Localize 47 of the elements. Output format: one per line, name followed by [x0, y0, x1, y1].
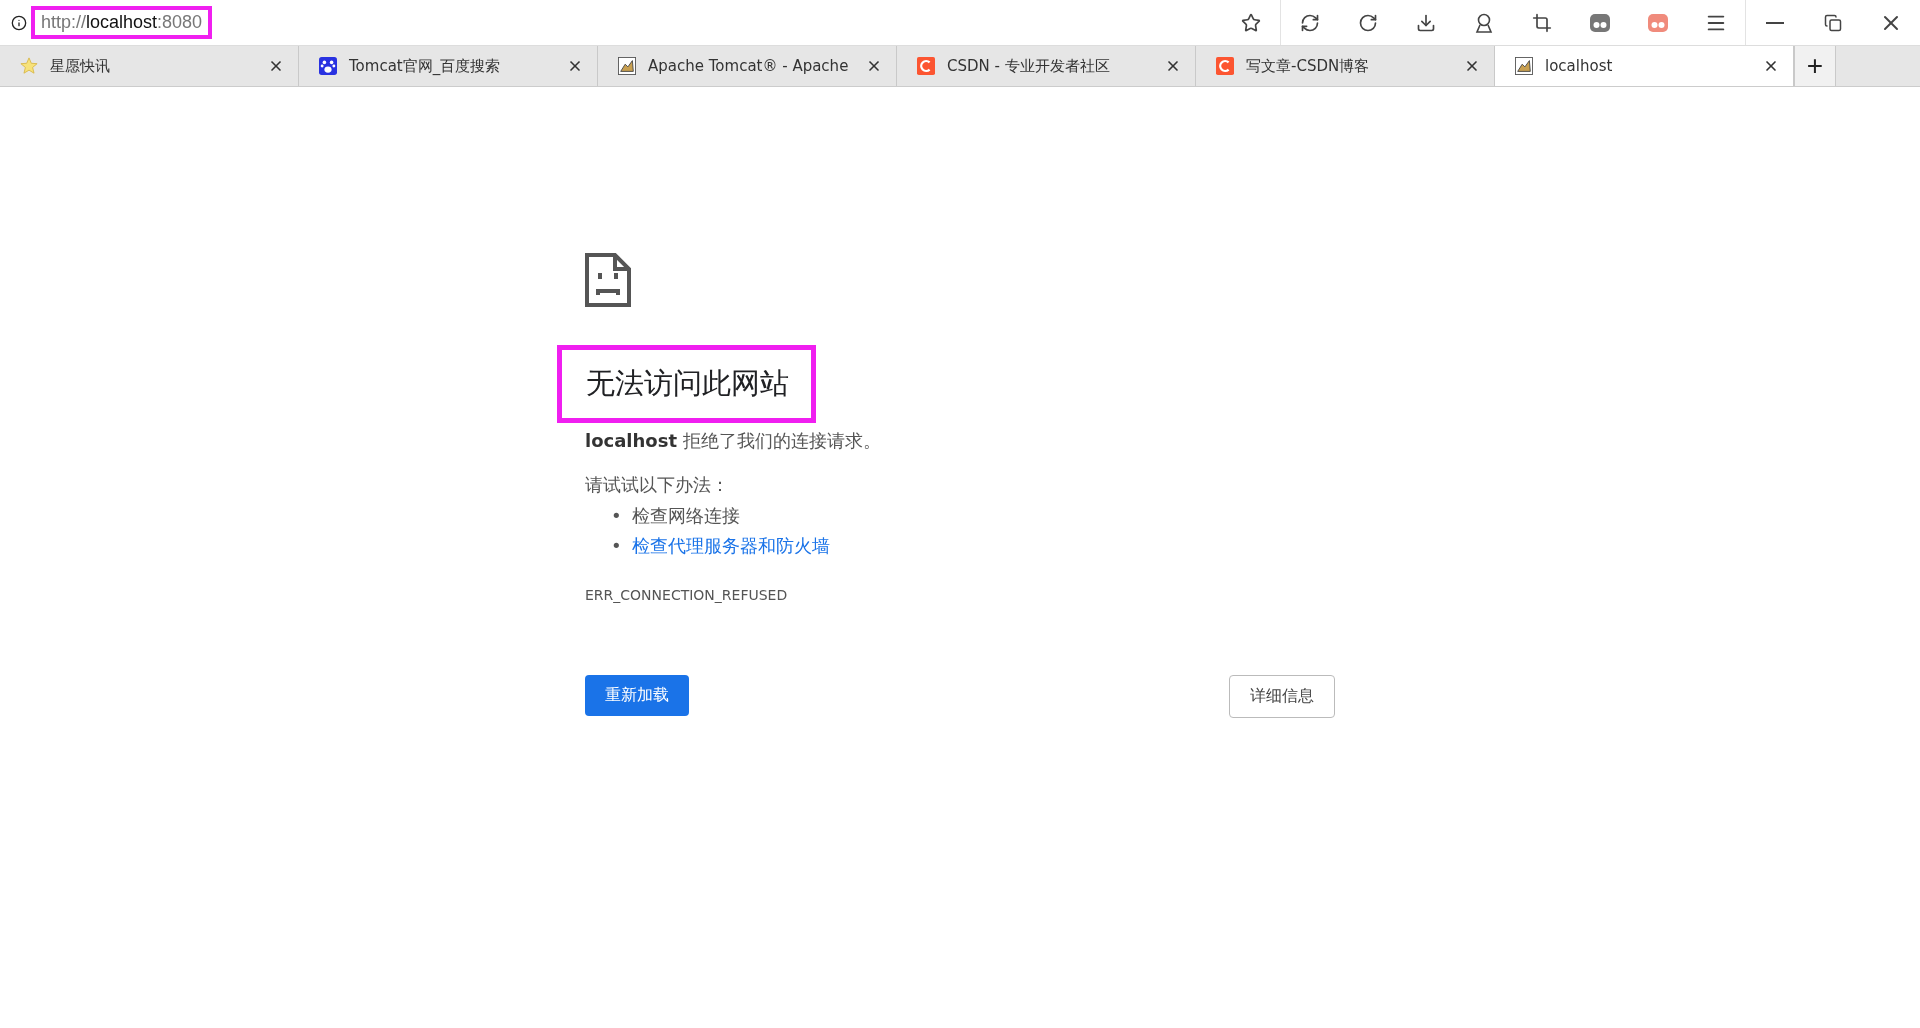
close-tab-button[interactable] — [866, 58, 882, 74]
tab-title: Tomcat官网_百度搜索 — [349, 56, 502, 76]
bullet: • — [611, 504, 622, 528]
person-icon — [1474, 12, 1494, 33]
details-button[interactable]: 详细信息 — [1229, 675, 1335, 718]
address-field[interactable]: http://localhost:8080 — [31, 6, 213, 39]
crop-icon — [1532, 12, 1552, 33]
error-code: ERR_CONNECTION_REFUSED — [585, 587, 789, 603]
suggestions-title: 请试试以下办法： — [585, 473, 730, 497]
close-icon — [1763, 58, 1779, 74]
close-icon — [1464, 58, 1480, 74]
error-heading: 无法访问此网站 — [557, 345, 816, 423]
minimize-icon — [1766, 21, 1784, 24]
tab-title: 写文章-CSDN博客 — [1246, 56, 1371, 76]
close-icon — [866, 58, 882, 74]
close-tab-button[interactable] — [1165, 58, 1181, 74]
tab-title: 星愿快讯 — [50, 56, 111, 76]
download-icon — [1416, 12, 1436, 33]
error-description: localhost 拒绝了我们的连接请求。 — [585, 429, 882, 453]
star-icon — [20, 57, 38, 75]
restore-icon — [1824, 13, 1842, 32]
redo-icon — [1358, 12, 1378, 33]
tab-title: Apache Tomcat® - Apache — [648, 57, 850, 75]
close-tab-button[interactable] — [1464, 58, 1480, 74]
csdn-logo-icon — [917, 57, 935, 75]
bullet: • — [611, 534, 622, 558]
sad-page-icon — [585, 253, 631, 307]
csdn-logo-icon — [1216, 57, 1234, 75]
extension-icon — [1648, 13, 1668, 32]
reload-button[interactable]: 重新加载 — [585, 675, 689, 716]
browser-tab[interactable]: localhost — [1495, 46, 1794, 86]
close-icon — [268, 58, 284, 74]
extension-icon — [1590, 13, 1610, 32]
refresh-icon — [1300, 12, 1320, 33]
close-tab-button[interactable] — [268, 58, 284, 74]
info-icon[interactable] — [11, 14, 27, 31]
new-tab-button[interactable]: + — [1794, 46, 1836, 86]
tab-title: localhost — [1545, 57, 1614, 75]
suggestion-text: 检查网络连接 — [631, 504, 740, 528]
paw-icon — [319, 57, 337, 75]
close-tab-button[interactable] — [1763, 58, 1779, 74]
close-tab-button[interactable] — [567, 58, 583, 74]
suggestion-link[interactable]: 检查代理服务器和防火墙 — [631, 531, 830, 561]
close-icon — [567, 58, 583, 74]
close-icon — [1165, 58, 1181, 74]
tab-title: CSDN - 专业开发者社区 — [947, 56, 1111, 76]
star-icon — [1241, 12, 1261, 33]
